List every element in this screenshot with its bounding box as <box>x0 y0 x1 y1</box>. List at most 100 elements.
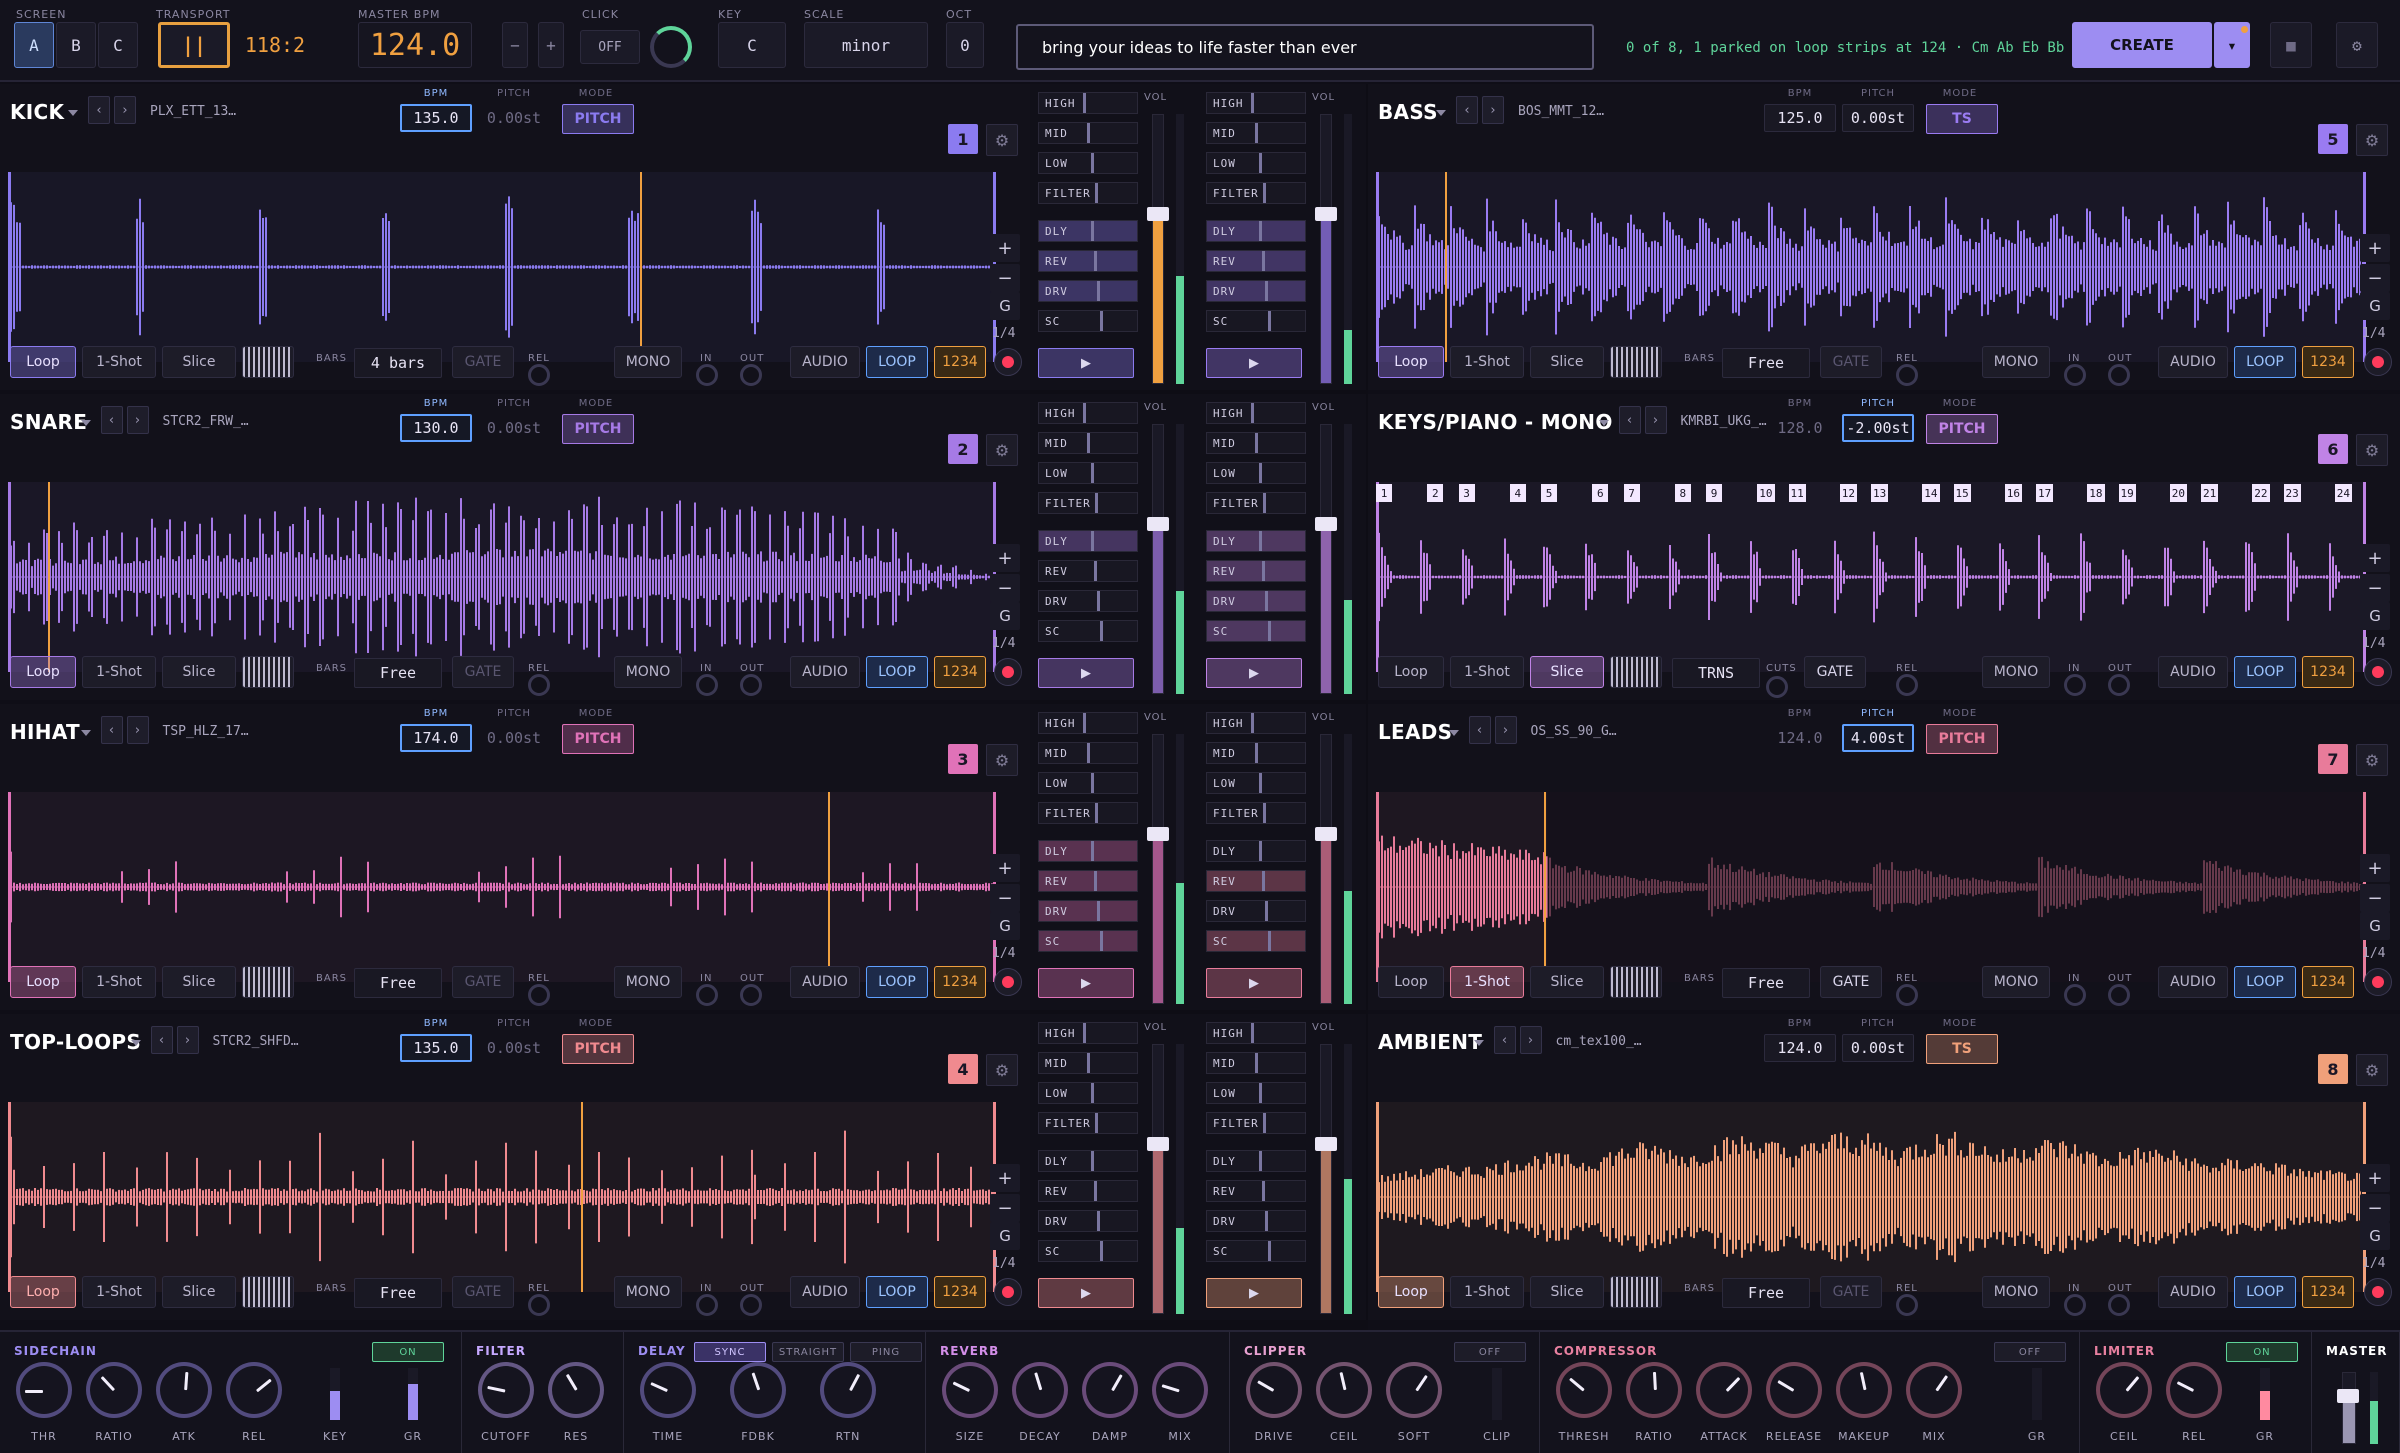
humanize-toggle[interactable] <box>242 346 294 378</box>
drive-send-slider[interactable]: DRV <box>1038 1210 1138 1232</box>
sidechain-send-slider[interactable]: SC <box>1038 1240 1138 1262</box>
strip-name-dropdown-icon[interactable] <box>68 110 78 116</box>
mode-button[interactable]: PITCH <box>562 104 634 134</box>
fx-compressor-release-knob[interactable] <box>1766 1362 1822 1418</box>
zoom-out-button[interactable]: − <box>2360 574 2390 602</box>
eq-low-slider[interactable]: LOW <box>1206 1082 1306 1104</box>
fx-sidechain-thr-knob[interactable] <box>16 1362 72 1418</box>
zoom-out-button[interactable]: − <box>990 1194 1020 1222</box>
slice-marker-12[interactable]: 12 <box>1839 484 1857 502</box>
oneshot-mode-button[interactable]: 1-Shot <box>82 1276 156 1308</box>
output-gain-knob[interactable] <box>2108 1294 2130 1316</box>
eq-mid-slider[interactable]: MID <box>1206 122 1306 144</box>
waveform-display[interactable] <box>8 1102 996 1292</box>
fx-reverb-decay-knob[interactable] <box>1012 1362 1068 1418</box>
audio-button[interactable]: AUDIO <box>2158 346 2228 378</box>
reverb-send-slider[interactable]: REV <box>1038 1180 1138 1202</box>
oneshot-mode-button[interactable]: 1-Shot <box>1450 656 1524 688</box>
slice-marker-11[interactable]: 11 <box>1788 484 1806 502</box>
output-gain-knob[interactable] <box>2108 984 2130 1006</box>
step-pattern-button[interactable]: 1234 <box>934 346 986 378</box>
output-gain-knob[interactable] <box>740 674 762 696</box>
reverb-send-slider[interactable]: REV <box>1206 870 1306 892</box>
strip-settings-gear-icon[interactable]: ⚙ <box>2356 124 2388 156</box>
channel-play-button[interactable]: ▶ <box>1206 1278 1302 1308</box>
eq-filter-slider[interactable]: FILTER <box>1038 492 1138 514</box>
release-knob[interactable] <box>528 364 550 386</box>
volume-fader[interactable] <box>1315 114 1337 384</box>
strip-name[interactable]: BASS <box>1378 100 1438 124</box>
prev-sample-button[interactable]: ‹ <box>100 716 123 744</box>
fx-compressor-makeup-knob[interactable] <box>1836 1362 1892 1418</box>
mono-button[interactable]: MONO <box>1982 346 2050 378</box>
fx-sidechain-ratio-knob[interactable] <box>86 1362 142 1418</box>
grid-button[interactable]: G <box>2360 912 2390 940</box>
eq-filter-slider[interactable]: FILTER <box>1038 182 1138 204</box>
sidechain-send-slider[interactable]: SC <box>1038 620 1138 642</box>
bpm-field[interactable]: 124.0 <box>1764 724 1836 752</box>
strip-name-dropdown-icon[interactable] <box>80 730 91 736</box>
prev-sample-button[interactable]: ‹ <box>100 406 123 434</box>
sidechain-send-slider[interactable]: SC <box>1206 310 1306 332</box>
bpm-field[interactable]: 124.0 <box>1764 1034 1836 1062</box>
channel-play-button[interactable]: ▶ <box>1038 348 1134 378</box>
prev-sample-button[interactable]: ‹ <box>1493 1026 1516 1054</box>
slice-mode-button[interactable]: Slice <box>162 346 236 378</box>
strip-name-dropdown-icon[interactable] <box>1598 420 1609 426</box>
record-button[interactable] <box>2364 1278 2392 1306</box>
next-sample-button[interactable]: › <box>176 1026 199 1054</box>
volume-fader-cap[interactable] <box>1147 1137 1169 1151</box>
waveform-display[interactable] <box>8 792 996 982</box>
slice-marker-13[interactable]: 13 <box>1871 484 1889 502</box>
channel-play-button[interactable]: ▶ <box>1206 968 1302 998</box>
release-knob[interactable] <box>1896 674 1918 696</box>
loop-mode-button[interactable]: Loop <box>1378 346 1444 378</box>
humanize-toggle[interactable] <box>1610 656 1662 688</box>
zoom-in-button[interactable]: + <box>2360 234 2390 262</box>
mono-button[interactable]: MONO <box>1982 656 2050 688</box>
reverb-send-slider[interactable]: REV <box>1038 870 1138 892</box>
gate-button[interactable]: GATE <box>452 656 514 688</box>
eq-low-slider[interactable]: LOW <box>1206 462 1306 484</box>
loop-mode-button[interactable]: Loop <box>10 966 76 998</box>
slice-marker-1[interactable]: 1 <box>1376 484 1392 502</box>
input-gain-knob[interactable] <box>2064 674 2086 696</box>
grid-button[interactable]: G <box>2360 1222 2390 1250</box>
oneshot-mode-button[interactable]: 1-Shot <box>1450 966 1524 998</box>
delay-send-slider[interactable]: DLY <box>1206 220 1306 242</box>
volume-fader[interactable] <box>1147 734 1169 1004</box>
mode-button[interactable]: TS <box>1926 1034 1998 1064</box>
volume-fader[interactable] <box>1315 1044 1337 1314</box>
input-gain-knob[interactable] <box>2064 984 2086 1006</box>
fx-compressor-ratio-knob[interactable] <box>1626 1362 1682 1418</box>
gate-button[interactable]: GATE <box>1804 656 1866 688</box>
gate-button[interactable]: GATE <box>452 346 514 378</box>
eq-low-slider[interactable]: LOW <box>1206 152 1306 174</box>
eq-filter-slider[interactable]: FILTER <box>1206 492 1306 514</box>
loop-mode-button[interactable]: Loop <box>1378 656 1444 688</box>
channel-play-button[interactable]: ▶ <box>1206 348 1302 378</box>
eq-mid-slider[interactable]: MID <box>1038 122 1138 144</box>
grid-button[interactable]: G <box>2360 602 2390 630</box>
volume-fader-cap[interactable] <box>1147 517 1169 531</box>
loop-sync-button[interactable]: LOOP <box>2234 1276 2296 1308</box>
strip-name[interactable]: KICK <box>10 100 64 124</box>
eq-high-slider[interactable]: HIGH <box>1038 712 1138 734</box>
bars-field[interactable]: 4 bars <box>354 348 442 378</box>
drive-send-slider[interactable]: DRV <box>1206 280 1306 302</box>
eq-low-slider[interactable]: LOW <box>1038 1082 1138 1104</box>
slice-marker-24[interactable]: 24 <box>2334 484 2352 502</box>
fx-reverb-damp-knob[interactable] <box>1082 1362 1138 1418</box>
bpm-field[interactable]: 130.0 <box>400 414 472 442</box>
slice-marker-15[interactable]: 15 <box>1953 484 1971 502</box>
release-knob[interactable] <box>528 674 550 696</box>
release-knob[interactable] <box>1896 984 1918 1006</box>
slice-marker-10[interactable]: 10 <box>1757 484 1775 502</box>
loop-sync-button[interactable]: LOOP <box>866 1276 928 1308</box>
mono-button[interactable]: MONO <box>614 346 682 378</box>
fx-compressor-mix-knob[interactable] <box>1906 1362 1962 1418</box>
volume-fader-cap[interactable] <box>1315 207 1337 221</box>
channel-play-button[interactable]: ▶ <box>1038 658 1134 688</box>
gate-button[interactable]: GATE <box>1820 1276 1882 1308</box>
drive-send-slider[interactable]: DRV <box>1206 900 1306 922</box>
